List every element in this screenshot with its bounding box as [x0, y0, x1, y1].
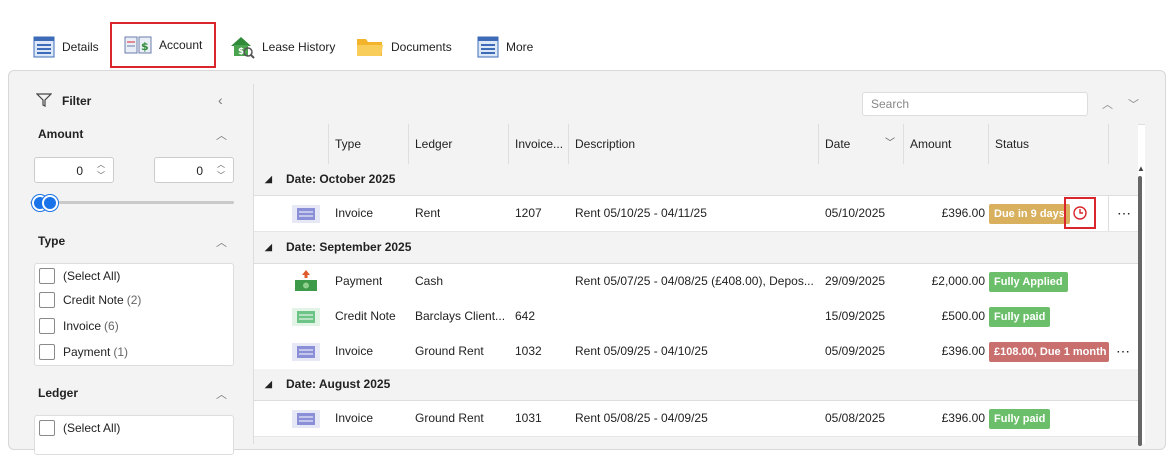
chevron-up-icon[interactable]: ︿ — [216, 127, 227, 143]
status-badge: Fully paid — [989, 307, 1051, 327]
status-badge: £108.00, Due 1 month a — [989, 342, 1109, 362]
tab-label: Lease History — [262, 40, 336, 54]
collapse-panel-icon[interactable]: ‹ — [218, 92, 223, 108]
invoice-icon — [292, 343, 320, 361]
payment-icon — [295, 270, 317, 291]
group-row[interactable]: ◢ Date: August 2025 — [254, 369, 1138, 401]
sort-desc-icon: ﹀ — [885, 138, 895, 149]
slider-max-handle[interactable] — [42, 195, 58, 211]
reminder-clock-button[interactable] — [1064, 197, 1096, 229]
more-options-button[interactable]: ⋯ — [1108, 196, 1139, 231]
amount-max-input[interactable]: 0 ︿ ﹀ — [154, 157, 234, 183]
tab-account[interactable]: $ Account — [110, 22, 216, 68]
chevron-up-icon[interactable]: ︿ — [216, 386, 227, 402]
table-row[interactable]: Invoice Ground Rent 1031 Rent 05/08/25 -… — [254, 401, 1138, 437]
checkbox[interactable] — [39, 318, 55, 334]
ledger-option-select-all[interactable]: (Select All) — [39, 420, 120, 436]
tab-bar: Details $ Account $ Lease History Docume… — [0, 0, 1176, 70]
tab-label: Account — [159, 38, 203, 52]
checkbox[interactable] — [39, 420, 55, 436]
column-header-description[interactable]: Description — [568, 124, 818, 164]
collapse-group-icon[interactable]: ◢ — [265, 232, 272, 263]
column-header-icon — [254, 124, 328, 164]
credit-note-icon — [292, 308, 320, 326]
group-row[interactable]: ◢ Date: September 2025 — [254, 232, 1138, 264]
tab-label: Details — [62, 40, 99, 54]
spin-buttons[interactable]: ︿ ﹀ — [97, 159, 105, 181]
checkbox[interactable] — [39, 268, 55, 284]
type-option-select-all[interactable]: (Select All) — [39, 268, 120, 284]
group-row[interactable]: ◢ Date: October 2025 — [254, 164, 1138, 196]
clock-icon — [1073, 206, 1087, 220]
table-row[interactable]: Invoice Ground Rent 1032 Rent 05/09/25 -… — [254, 334, 1138, 370]
type-section-title: Type — [38, 234, 66, 248]
amount-section-title: Amount — [38, 127, 84, 141]
more-options-button[interactable]: ⋯ — [1108, 334, 1138, 369]
chevron-down-icon[interactable]: ﹀ — [1128, 96, 1139, 112]
svg-text:$: $ — [141, 40, 149, 53]
details-icon — [33, 36, 55, 58]
grid-toolbar: Search ︿ ﹀ — [254, 84, 1145, 125]
invoice-icon — [292, 410, 320, 428]
amount-range-slider[interactable] — [30, 195, 234, 211]
column-header-amount[interactable]: Amount — [903, 124, 988, 164]
type-option-credit-note[interactable]: Credit Note (2) — [39, 292, 141, 308]
status-badge: Due in 9 days — [989, 204, 1070, 224]
column-header-invoice[interactable]: Invoice... — [508, 124, 568, 164]
column-header-actions — [1108, 124, 1138, 164]
tab-documents[interactable]: Documents — [356, 30, 452, 64]
chevron-up-icon[interactable]: ︿ — [216, 234, 227, 250]
column-header-status[interactable]: Status — [988, 124, 1108, 164]
filter-title: Filter — [62, 94, 92, 108]
collapse-group-icon[interactable]: ◢ — [265, 164, 272, 195]
filter-icon — [36, 93, 52, 107]
search-input[interactable]: Search — [862, 92, 1088, 116]
amount-min-input[interactable]: 0 ︿ ﹀ — [34, 157, 114, 183]
tab-label: Documents — [391, 40, 452, 54]
type-filter-list: (Select All) Credit Note (2) Invoice (6) P… — [34, 263, 234, 366]
grid-header: Type Ledger Invoice... Description Date ﹀… — [254, 124, 1138, 165]
column-header-ledger[interactable]: Ledger — [408, 124, 508, 164]
table-row[interactable]: Credit Note Barclays Client... 642 15/09… — [254, 299, 1138, 335]
table-row[interactable]: Payment Cash Rent 05/07/25 - 04/08/25 (£… — [254, 264, 1138, 300]
status-badge: Fully Applied — [989, 272, 1068, 292]
table-row[interactable]: Invoice Rent 1207 Rent 05/10/25 - 04/11/… — [254, 196, 1138, 232]
tab-details[interactable]: Details — [33, 30, 99, 64]
spin-buttons[interactable]: ︿ ﹀ — [217, 159, 225, 181]
type-option-payment[interactable]: Payment (1) — [39, 344, 128, 360]
invoice-icon — [292, 205, 320, 223]
more-icon — [477, 36, 499, 58]
ledger-section-title: Ledger — [38, 386, 79, 400]
account-book-icon: $ — [124, 36, 152, 54]
folder-icon — [357, 39, 383, 56]
scroll-up-icon[interactable]: ▲ — [1137, 164, 1145, 173]
ledger-filter-list: (Select All) — [34, 415, 234, 455]
checkbox[interactable] — [39, 292, 55, 308]
vertical-scrollbar[interactable]: ▲ — [1136, 164, 1146, 446]
transactions-grid: Search ︿ ﹀ Type Ledger Invoice... Descri… — [253, 84, 1145, 445]
checkbox[interactable] — [39, 344, 55, 360]
status-badge: Fully paid — [989, 409, 1051, 429]
lease-history-icon: $ — [231, 37, 255, 59]
chevron-up-icon[interactable]: ︿ — [1102, 96, 1113, 112]
type-option-invoice[interactable]: Invoice (6) — [39, 318, 119, 334]
scrollbar-thumb[interactable] — [1138, 176, 1142, 446]
collapse-group-icon[interactable]: ◢ — [265, 369, 272, 400]
tab-lease-history[interactable]: $ Lease History — [229, 30, 335, 64]
column-header-date[interactable]: Date ﹀ — [818, 124, 903, 164]
column-header-type[interactable]: Type — [328, 124, 408, 164]
tab-more[interactable]: More — [477, 30, 533, 64]
tab-label: More — [506, 40, 534, 54]
